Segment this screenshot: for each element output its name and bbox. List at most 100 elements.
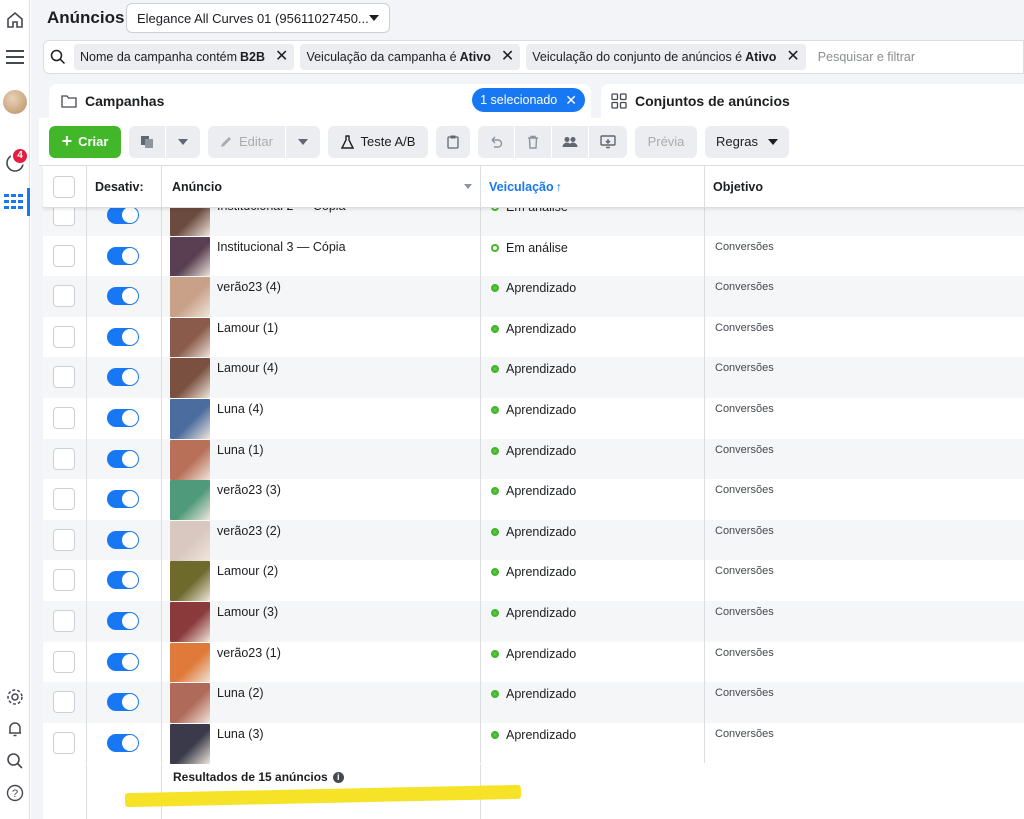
ad-name-link[interactable]: Luna (3) — [217, 727, 264, 741]
ad-name-link[interactable]: Luna (2) — [217, 686, 264, 700]
bell-icon[interactable] — [0, 718, 30, 740]
ad-status-toggle[interactable] — [107, 246, 139, 265]
clipboard-button[interactable] — [436, 125, 470, 158]
row-checkbox[interactable] — [53, 407, 75, 429]
ad-name-link[interactable]: Luna (4) — [217, 402, 264, 416]
ad-name-link[interactable]: Institucional 2 — Cópia — [217, 208, 346, 213]
table-row[interactable]: verão23 (3) Aprendizado Conversões — [43, 479, 1024, 521]
col-header-toggle[interactable]: Desativ: — [95, 166, 161, 207]
ad-name-link[interactable]: verão23 (1) — [217, 646, 281, 660]
search-filter-input[interactable]: Pesquisar e filtrar — [818, 50, 915, 64]
delivery-status: Aprendizado — [491, 484, 576, 498]
ad-name-link[interactable]: Lamour (1) — [217, 321, 278, 335]
table-row[interactable]: Lamour (1) Aprendizado Conversões — [43, 316, 1024, 358]
undo-button[interactable] — [478, 125, 514, 158]
table-row[interactable]: Luna (4) Aprendizado Conversões — [43, 398, 1024, 439]
table-row[interactable]: Lamour (3) Aprendizado Conversões — [43, 601, 1024, 642]
ad-status-toggle[interactable] — [107, 530, 139, 549]
row-checkbox[interactable] — [53, 244, 75, 267]
ad-name-link[interactable]: Institucional 3 — Cópia — [217, 240, 346, 254]
ad-name-link[interactable]: verão23 (4) — [217, 280, 281, 294]
row-checkbox[interactable] — [53, 610, 75, 632]
audience-button[interactable] — [552, 125, 588, 158]
table-row[interactable]: Institucional 2 — Cópia Em análise — [43, 208, 1024, 236]
ad-name-link[interactable]: Lamour (2) — [217, 564, 278, 578]
performance-icon[interactable]: 4 — [0, 146, 30, 178]
info-icon[interactable]: i — [332, 771, 344, 783]
table-row[interactable]: Luna (3) Aprendizado Conversões — [43, 722, 1024, 764]
rules-button[interactable]: Regras — [705, 125, 789, 158]
tab-adsets[interactable]: Conjuntos de anúncios — [601, 84, 1024, 118]
ad-status-toggle[interactable] — [107, 612, 139, 630]
ad-status-toggle[interactable] — [107, 327, 139, 346]
table-row[interactable]: Institucional 3 — Cópia Em análise Convers… — [43, 235, 1024, 277]
row-checkbox[interactable] — [53, 691, 75, 714]
objective-cell: Conversões — [715, 321, 774, 334]
ab-test-button[interactable]: Teste A/B — [328, 125, 428, 158]
filter-chip-campaign-name[interactable]: Nome da campanha contém B2B ✕ — [74, 44, 295, 70]
table-row[interactable]: Luna (1) Aprendizado Conversões — [43, 438, 1024, 480]
duplicate-button[interactable] — [129, 125, 165, 158]
search-icon[interactable] — [0, 750, 30, 772]
menu-icon[interactable] — [0, 44, 30, 70]
row-checkbox[interactable] — [53, 528, 75, 551]
row-checkbox[interactable] — [53, 569, 75, 592]
table-row[interactable]: Luna (2) Aprendizado Conversões — [43, 682, 1024, 724]
ad-status-toggle[interactable] — [107, 449, 139, 468]
ad-status-toggle[interactable] — [107, 571, 139, 590]
edit-button[interactable]: Editar — [208, 125, 285, 158]
row-checkbox[interactable] — [53, 488, 75, 511]
row-checkbox[interactable] — [53, 650, 75, 673]
ad-status-toggle[interactable] — [107, 368, 139, 387]
col-header-objective[interactable]: Objetivo — [713, 166, 763, 207]
ad-name-link[interactable]: verão23 (2) — [217, 524, 281, 538]
settings-gear-icon[interactable] — [0, 686, 30, 708]
row-checkbox[interactable] — [53, 366, 75, 389]
create-button[interactable]: + Criar — [49, 125, 121, 158]
ad-status-toggle[interactable] — [107, 208, 139, 224]
close-icon[interactable]: ✕ — [786, 49, 799, 65]
account-selector[interactable]: Elegance All Curves 01 (95611027450... — [126, 3, 390, 33]
filter-chip-adset-delivery[interactable]: Veiculação do conjunto de anúncios é Ativ… — [526, 44, 806, 70]
ad-name-link[interactable]: verão23 (3) — [217, 483, 281, 497]
tab-campaigns[interactable]: Campanhas 1 selecionado ✕ — [49, 84, 591, 118]
ads-manager-icon[interactable] — [0, 188, 30, 216]
table-row[interactable]: verão23 (1) Aprendizado Conversões — [43, 641, 1024, 683]
ad-status-toggle[interactable] — [107, 733, 139, 752]
close-icon[interactable]: ✕ — [275, 49, 288, 65]
table-row[interactable]: Lamour (4) Aprendizado Conversões — [43, 357, 1024, 399]
ad-status-toggle[interactable] — [107, 693, 139, 712]
row-checkbox[interactable] — [53, 447, 75, 470]
table-row[interactable]: Lamour (2) Aprendizado Conversões — [43, 560, 1024, 602]
edit-dropdown[interactable] — [286, 125, 320, 158]
home-icon[interactable] — [0, 6, 30, 34]
filter-chip-campaign-delivery[interactable]: Veiculação da campanha é Ativo ✕ — [300, 44, 521, 70]
ad-status-toggle[interactable] — [107, 287, 139, 306]
help-icon[interactable]: ? — [0, 782, 30, 804]
close-icon[interactable]: ✕ — [565, 92, 577, 109]
preview-button[interactable]: Prévia — [635, 125, 697, 158]
col-header-delivery[interactable]: Veiculação ↑ — [489, 166, 562, 207]
row-checkbox[interactable] — [53, 325, 75, 348]
delete-button[interactable] — [515, 125, 551, 158]
close-icon[interactable]: ✕ — [501, 49, 514, 65]
delivery-status: Aprendizado — [491, 606, 576, 620]
account-avatar[interactable] — [0, 88, 30, 116]
row-checkbox[interactable] — [53, 731, 75, 754]
sort-icon[interactable] — [464, 166, 472, 207]
ad-status-toggle[interactable] — [107, 652, 139, 671]
ad-status-toggle[interactable] — [107, 490, 139, 509]
ad-status-toggle[interactable] — [107, 409, 139, 427]
col-header-ad[interactable]: Anúncio — [172, 166, 222, 207]
ad-name-link[interactable]: Lamour (4) — [217, 361, 278, 375]
ad-name-link[interactable]: Lamour (3) — [217, 605, 278, 619]
export-button[interactable] — [589, 125, 627, 158]
row-checkbox[interactable] — [53, 285, 75, 308]
table-row[interactable]: verão23 (2) Aprendizado Conversões — [43, 519, 1024, 561]
table-row[interactable]: verão23 (4) Aprendizado Conversões — [43, 276, 1024, 318]
select-all-checkbox[interactable] — [53, 166, 75, 207]
selected-count-pill[interactable]: 1 selecionado ✕ — [472, 88, 585, 112]
row-checkbox[interactable] — [53, 208, 75, 226]
duplicate-dropdown[interactable] — [166, 125, 200, 158]
ad-name-link[interactable]: Luna (1) — [217, 443, 264, 457]
